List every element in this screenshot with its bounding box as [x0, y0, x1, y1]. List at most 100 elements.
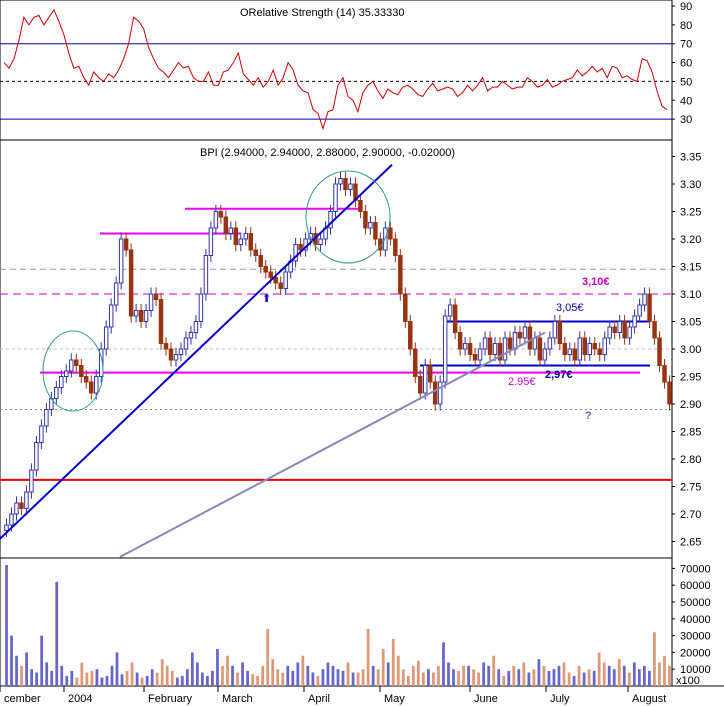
price-candle	[537, 337, 543, 361]
price-candle	[627, 326, 632, 339]
x-tick-label: cember	[4, 693, 41, 705]
price-candle	[393, 238, 398, 256]
price-tick-label: 3.20	[680, 234, 701, 246]
price-candle	[268, 271, 273, 278]
rsi-tick-label: 90	[680, 1, 692, 13]
technical-chart: 90 80 70 60 50 40 30 3.35 3.30 3.25 3.20 3.15 3.10 3.…	[0, 0, 724, 705]
price-candle	[188, 332, 194, 339]
x-tick-label: July	[550, 693, 570, 705]
price-candle	[607, 326, 612, 339]
price-candle	[542, 348, 548, 361]
rsi-title: ORelative Strength (14) 35.33330	[240, 7, 405, 19]
price-candle	[552, 321, 558, 339]
price-candle	[662, 365, 667, 383]
price-candle	[647, 293, 652, 322]
price-candle	[617, 321, 622, 333]
price-candle	[437, 381, 443, 405]
price-candle	[168, 348, 174, 361]
price-candle	[88, 381, 94, 394]
price-candle	[597, 348, 602, 355]
price-candle	[582, 337, 588, 355]
price-tick-label: 2.90	[680, 399, 701, 411]
price-candle	[368, 222, 373, 229]
price-candle	[348, 183, 353, 190]
rsi-tick-label: 30	[680, 114, 692, 126]
x-tick-label: February	[148, 693, 193, 705]
price-candle	[318, 238, 323, 245]
price-candle	[298, 244, 303, 251]
price-candle	[9, 513, 14, 526]
price-tick-label: 2.95	[680, 372, 701, 384]
price-candle	[657, 337, 662, 366]
price-tick-label: 3.25	[680, 207, 701, 219]
price-candle	[413, 348, 418, 377]
price-candle	[113, 282, 119, 306]
price-candle	[198, 293, 204, 322]
price-tick-label: 2.85	[680, 427, 701, 439]
price-candle	[213, 211, 219, 229]
price-candle	[253, 249, 258, 256]
price-candle	[273, 277, 278, 284]
volume-tick-label: 60000	[680, 580, 711, 592]
price-candle	[572, 348, 578, 361]
price-title: BPI (2.94000, 2.94000, 2.88000, 2.90000,…	[200, 147, 455, 159]
price-tick-label: 2.75	[680, 482, 701, 494]
price-candle	[203, 255, 209, 295]
price-candle	[34, 442, 39, 471]
price-candle	[652, 321, 657, 339]
price-candle	[482, 337, 488, 350]
price-candle	[358, 200, 363, 212]
price-candle	[507, 337, 513, 350]
chart-window: 90 80 70 60 50 40 30 3.35 3.30 3.25 3.20 3.15 3.10 3.…	[0, 0, 724, 706]
price-candle	[622, 321, 627, 339]
price-candle	[562, 343, 568, 355]
price-candle	[173, 354, 179, 361]
price-candle	[19, 502, 24, 509]
price-candle	[418, 376, 423, 394]
price-candle	[4, 524, 9, 531]
price-candle	[462, 343, 468, 350]
price-candle	[178, 348, 184, 355]
price-candle	[422, 365, 428, 394]
price-candle	[343, 178, 348, 190]
price-candle	[223, 216, 229, 234]
price-candle	[398, 255, 403, 295]
price-candle	[517, 332, 523, 339]
x-tick-label: June	[474, 693, 498, 705]
price-candle	[133, 310, 139, 317]
price-candle	[44, 409, 49, 427]
price-candle	[79, 365, 84, 377]
arrow-up-icon: ⬆	[262, 293, 271, 305]
price-candle	[118, 238, 124, 284]
volume-panel	[0, 557, 673, 687]
price-candle	[388, 227, 393, 240]
price-candle	[637, 304, 642, 317]
price-candle	[108, 304, 114, 328]
annotation-question: ?	[585, 410, 592, 422]
annotation-3-10: 3,10€	[582, 276, 610, 288]
price-tick-label: 3.30	[680, 179, 701, 191]
price-candle	[447, 304, 453, 317]
price-tick-label: 3.10	[680, 289, 701, 301]
price-candle	[103, 326, 109, 350]
price-candle	[557, 321, 563, 344]
x-tick-label: April	[308, 693, 330, 705]
price-candle	[243, 233, 249, 240]
price-candle	[452, 304, 458, 333]
price-candle	[143, 310, 149, 322]
price-candle	[263, 266, 268, 273]
price-candle	[158, 299, 164, 344]
price-candle	[193, 321, 199, 333]
price-candle	[338, 178, 343, 185]
volume-tick-label: 50000	[680, 597, 711, 609]
price-candle	[39, 425, 44, 443]
price-candle	[567, 348, 573, 355]
volume-tick-label: 40000	[680, 614, 711, 626]
price-candle	[527, 326, 533, 350]
price-candle	[283, 271, 288, 289]
price-candle	[403, 293, 408, 322]
price-candle	[577, 337, 583, 361]
price-candle	[69, 359, 74, 372]
price-candle	[632, 315, 637, 328]
price-candle	[602, 337, 607, 355]
